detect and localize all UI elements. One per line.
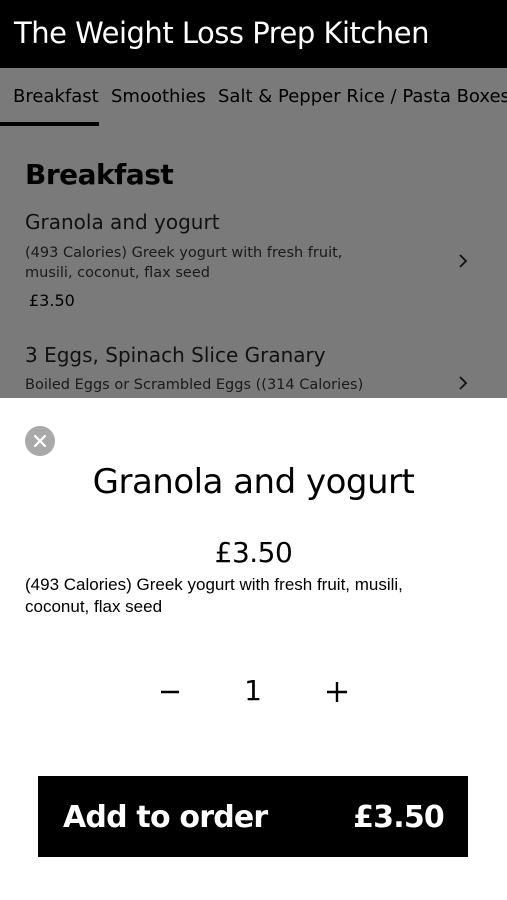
tab-rice-pasta-boxes[interactable]: Salt & Pepper Rice / Pasta Boxes (req	[218, 86, 507, 107]
store-title: The Weight Loss Prep Kitchen	[14, 16, 429, 50]
item-title: Granola and yogurt	[92, 462, 415, 502]
add-to-order-button[interactable]: Add to order £3.50	[38, 776, 468, 857]
menu-item-price: £3.50	[29, 291, 75, 310]
increase-quantity-button[interactable]	[317, 672, 357, 712]
item-description: (493 Calories) Greek yogurt with fresh f…	[25, 575, 403, 616]
minus-icon	[161, 690, 179, 694]
menu-list: Breakfast Granola and yogurt (493 Calori…	[0, 126, 507, 398]
chevron-right-icon	[459, 254, 468, 268]
menu-item-description: Boiled Eggs or Scrambled Eggs ((314 Calo…	[25, 377, 364, 393]
menu-item-name: 3 Eggs, Spinach Slice Granary	[25, 343, 326, 367]
item-price: £3.50	[214, 536, 293, 569]
menu-item-name: Granola and yogurt	[25, 210, 220, 234]
add-to-order-price: £3.50	[353, 800, 445, 835]
chevron-right-icon	[459, 376, 468, 390]
menu-item-description: (493 Calories) Greek yogurt with fresh f…	[25, 245, 343, 281]
item-detail-modal: Granola and yogurt £3.50 (493 Calories) …	[0, 398, 507, 900]
decrease-quantity-button[interactable]	[150, 672, 190, 712]
plus-icon	[327, 682, 347, 702]
close-button[interactable]	[25, 426, 55, 456]
app-header: The Weight Loss Prep Kitchen	[0, 0, 507, 68]
section-heading: Breakfast	[25, 158, 174, 191]
category-tabs: Breakfast Smoothies Salt & Pepper Rice /…	[0, 68, 507, 126]
tab-smoothies[interactable]: Smoothies	[111, 86, 206, 107]
tab-breakfast[interactable]: Breakfast	[13, 86, 99, 107]
close-icon	[33, 434, 47, 448]
quantity-value: 1	[244, 674, 262, 707]
add-to-order-label: Add to order	[63, 800, 268, 835]
